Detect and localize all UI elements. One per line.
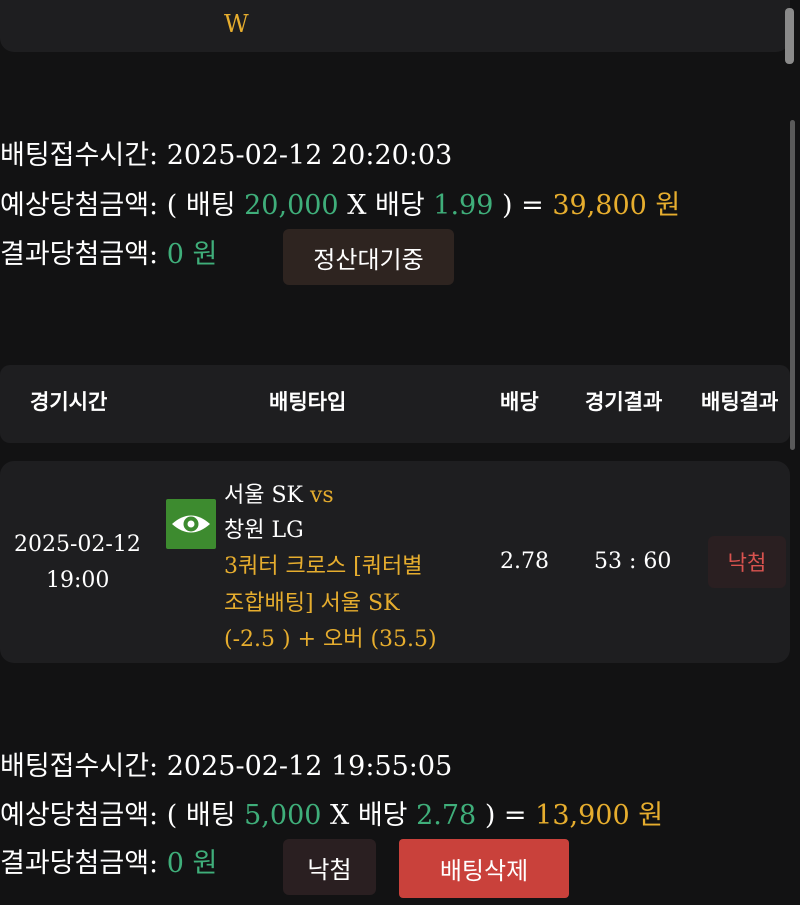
stake-amount: 5,000 [244, 800, 322, 831]
odds-value: 1.99 [433, 190, 494, 221]
expected-label: 예상당첨금액: [0, 800, 159, 831]
result-unit: 원 [192, 848, 218, 879]
bet-desc-line3: (-2.5 ) + 오버 (35.5) [224, 627, 437, 652]
bet-desc-line2: 조합배팅] 서울 SK [224, 591, 400, 616]
payout-amount: 13,900 [535, 800, 630, 831]
payout-unit: 원 [638, 800, 664, 831]
odds-value: 2.78 [416, 800, 477, 831]
table-header [0, 365, 790, 443]
bet1-expected-line: 예상당첨금액: ( 배팅 20,000 X 배당 1.99 ) = 39,800… [0, 189, 680, 223]
odds-label: X 배당 [347, 190, 425, 221]
row-result-badge: 낙첨 [708, 536, 786, 588]
payout-unit: 원 [655, 190, 681, 221]
team-away: 창원 LG [224, 518, 304, 543]
expected-label: 예상당첨금액: [0, 190, 159, 221]
bet1-receipt-line: 배팅접수시간: 2025-02-12 20:20:03 [0, 139, 452, 173]
bet1-result-line: 결과당첨금액: 0 원 [0, 238, 217, 272]
equals: ) = [484, 800, 527, 831]
vs-label: vs [309, 483, 334, 508]
header-game-result: 경기결과 [585, 390, 663, 414]
bet2-receipt-line: 배팅접수시간: 2025-02-12 19:55:05 [0, 750, 452, 784]
header-game-time: 경기시간 [30, 390, 108, 414]
bet-desc-line1: 3쿼터 크로스 [쿼터별 [224, 554, 423, 579]
result-label: 결과당첨금액: [0, 848, 159, 879]
status-lost-badge: 낙첨 [283, 839, 376, 895]
result-label: 결과당첨금액: [0, 239, 159, 270]
top-card-letter: W [224, 10, 249, 38]
receipt-label: 배팅접수시간: [0, 751, 159, 782]
bet2-result-line: 결과당첨금액: 0 원 [0, 847, 217, 881]
eye-icon[interactable] [166, 499, 216, 549]
stake-amount: 20,000 [244, 190, 339, 221]
inner-scrollbar-thumb[interactable] [790, 120, 795, 450]
equals: ) = [502, 190, 544, 221]
bet-open: ( 배팅 [166, 190, 236, 221]
receipt-time: 2025-02-12 19:55:05 [166, 751, 453, 782]
row-odds: 2.78 [500, 549, 549, 574]
result-unit: 원 [192, 239, 218, 270]
bet-open: ( 배팅 [166, 800, 236, 831]
top-card [0, 0, 790, 52]
header-bet-type: 배팅타입 [269, 390, 347, 414]
row-score: 53 : 60 [594, 549, 672, 574]
bet2-expected-line: 예상당첨금액: ( 배팅 5,000 X 배당 2.78 ) = 13,900 … [0, 799, 663, 833]
payout-amount: 39,800 [552, 190, 647, 221]
result-amount: 0 [166, 848, 184, 879]
header-bet-result: 배팅결과 [701, 390, 779, 414]
delete-bet-button[interactable]: 배팅삭제 [399, 839, 569, 898]
receipt-time: 2025-02-12 20:20:03 [166, 140, 453, 171]
status-pending-badge: 정산대기중 [283, 229, 454, 285]
row-date: 2025-02-12 [14, 532, 141, 557]
row-result-text: 낙첨 [727, 551, 767, 575]
match-home: 서울 SK vs [224, 477, 334, 509]
row-time: 19:00 [46, 568, 110, 593]
odds-label: X 배당 [330, 800, 408, 831]
receipt-label: 배팅접수시간: [0, 140, 159, 171]
header-odds: 배당 [500, 390, 539, 414]
outer-scrollbar-thumb[interactable] [785, 8, 794, 64]
team-home: 서울 SK [224, 483, 303, 508]
result-amount: 0 [166, 239, 184, 270]
